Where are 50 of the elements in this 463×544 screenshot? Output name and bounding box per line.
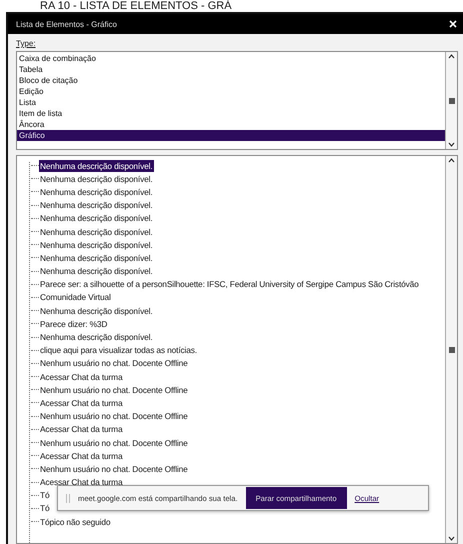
tree-item[interactable]: Nenhum usuário no chat. Docente Offline xyxy=(39,462,189,475)
scroll-up-icon[interactable] xyxy=(447,156,456,165)
scroll-thumb-icon[interactable] xyxy=(448,346,454,352)
type-list[interactable]: Caixa de combinação Tabela Bloco de citação Edição Lista Item de lista Âncora Gráfico xyxy=(16,51,458,150)
close-icon[interactable] xyxy=(449,20,457,28)
tree-item[interactable]: Nenhuma descrição disponível. xyxy=(39,265,154,278)
scroll-down-icon[interactable] xyxy=(447,534,456,543)
tree-item[interactable]: Nenhuma descrição disponível. xyxy=(39,186,154,198)
type-item[interactable]: Tabela xyxy=(17,64,445,75)
tree-item[interactable]: Parece ser: a silhouette of a personSilhouette: IFSC, Federal University of Sergipe Campus São Cristóvão xyxy=(39,278,420,290)
tree-item[interactable]: Nenhuma descrição disponível. xyxy=(39,199,154,212)
tree-item[interactable]: Tó xyxy=(39,502,50,514)
tree-item[interactable]: Tópico não seguido xyxy=(39,516,112,528)
scroll-up-icon[interactable] xyxy=(447,52,456,61)
type-item[interactable]: Lista xyxy=(17,97,445,108)
tree-item[interactable]: clique aqui para visualizar todas as notícias. xyxy=(39,344,198,356)
tree-item[interactable]: Nenhuma descrição disponível. xyxy=(39,160,154,172)
tree-item[interactable]: Nenhum usuário no chat. Docente Offline xyxy=(39,384,189,396)
tree-item[interactable]: Acessar Chat da turma xyxy=(39,476,124,488)
tree-item[interactable]: Parece dizer: %3D xyxy=(39,318,108,330)
type-item[interactable]: Âncora xyxy=(17,119,445,130)
tree-item[interactable]: Acessar Chat da turma xyxy=(39,450,124,462)
scroll-thumb-icon[interactable] xyxy=(448,98,454,104)
scrollbar[interactable] xyxy=(445,156,457,543)
type-item[interactable]: Caixa de combinação xyxy=(17,53,445,64)
element-tree[interactable] xyxy=(16,155,458,544)
tree-item[interactable]: Comunidade Virtual xyxy=(39,291,112,304)
scroll-down-icon[interactable] xyxy=(447,140,456,149)
type-item[interactable]: Gráfico xyxy=(17,130,445,141)
window-title: Lista de Elementos - Gráfico xyxy=(16,20,117,28)
scrollbar[interactable] xyxy=(445,52,457,149)
tree-item[interactable]: Nenhuma descrição disponível. xyxy=(39,331,154,344)
tree-item[interactable]: Nenhuma descrição disponível. xyxy=(39,238,154,251)
tree-item[interactable]: Acessar Chat da turma xyxy=(39,396,124,409)
tree-item[interactable]: Nenhuma descrição disponível. xyxy=(39,252,154,264)
tree-item[interactable]: Nenhum usuário no chat. Docente Offline xyxy=(39,357,189,370)
tree-item[interactable]: Nenhuma descrição disponível. xyxy=(39,172,154,185)
tree-item[interactable]: Nenhum usuário no chat. Docente Offline xyxy=(39,436,189,449)
tree-item[interactable]: Acessar Chat da turma xyxy=(39,423,124,436)
grip-icon[interactable] xyxy=(66,494,70,502)
tree-item[interactable]: Nenhuma descrição disponível. xyxy=(39,304,154,317)
tree-item[interactable]: Nenhuma descrição disponível. xyxy=(39,212,154,224)
type-item[interactable]: Bloco de citação xyxy=(17,75,445,86)
tree-item[interactable]: Nenhuma descrição disponível. xyxy=(39,226,154,238)
tree-item[interactable]: Acessar Chat da turma xyxy=(39,370,124,383)
tree-item[interactable]: Nenhum usuário no chat. Docente Offline xyxy=(39,410,189,422)
type-label: Type: xyxy=(16,39,37,48)
type-item[interactable]: Item de lista xyxy=(17,108,445,119)
tree-item[interactable]: Tó xyxy=(39,489,50,502)
type-item[interactable]: Edição xyxy=(17,86,445,97)
